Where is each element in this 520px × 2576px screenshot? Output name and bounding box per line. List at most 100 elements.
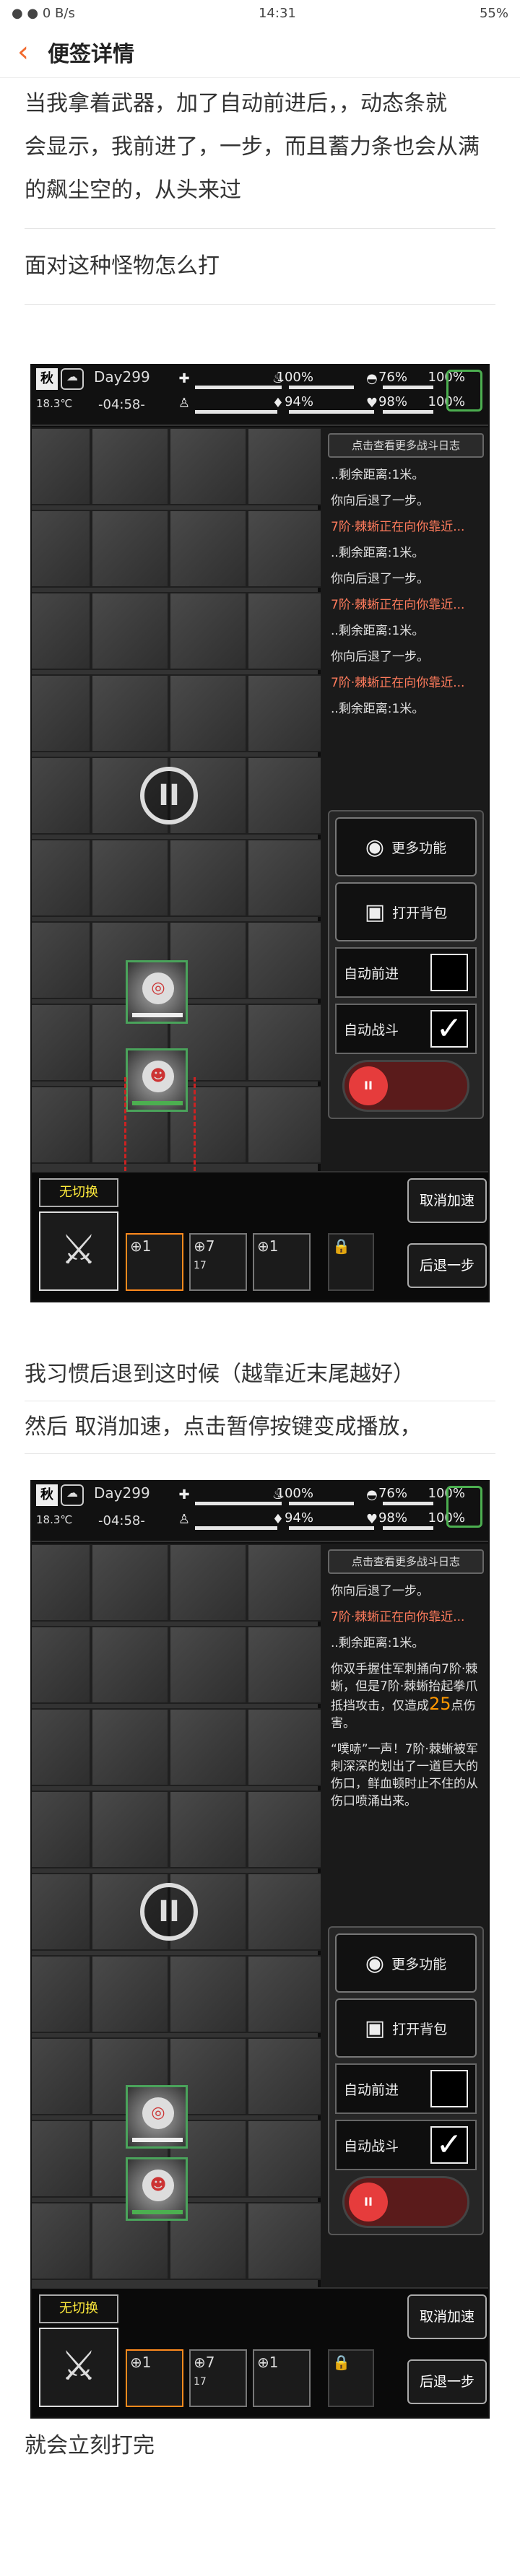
speed-toggle[interactable]: II xyxy=(342,1060,469,1112)
back-icon[interactable]: ‹ xyxy=(17,38,29,66)
figure-icon: ♙ xyxy=(178,396,191,411)
floor-tile xyxy=(169,510,247,588)
floor-tile xyxy=(91,674,169,752)
floor-tile xyxy=(169,427,247,505)
paragraph-4: 面对这种怪物怎么打 xyxy=(25,253,220,279)
floor-tile xyxy=(169,1790,247,1868)
more-functions-button[interactable]: ◉ 更多功能 xyxy=(335,817,477,876)
log-line: 你向后退了一步。 xyxy=(331,650,429,664)
divider xyxy=(25,1453,495,1454)
floor-tile xyxy=(169,1955,247,2033)
checkmark-icon[interactable]: ✓ xyxy=(430,1010,468,1048)
speed-toggle[interactable]: II xyxy=(342,2176,469,2228)
floor-tile xyxy=(247,921,325,999)
checkbox-icon[interactable] xyxy=(430,2070,468,2107)
status-time: 14:31 xyxy=(258,5,296,21)
floor-tile xyxy=(32,1086,91,1164)
floor-tile xyxy=(247,1790,325,1868)
floor-tile xyxy=(32,1708,91,1786)
pause-icon[interactable]: II xyxy=(140,767,198,824)
pill-icon: ◓ xyxy=(366,1487,378,1502)
game-screenshot-2: 秋 ☁ 18.3℃ Day299 -04:58- ✚ 100% ♨ 76% ◓ 100… xyxy=(30,1480,490,2419)
game-top-bar: 秋 ☁ 18.3℃ Day299 -04:58- ✚ 100% ♨ 76% ◓ 100… xyxy=(32,365,488,426)
log-line: 7阶·棘蜥正在向你靠近... xyxy=(331,676,465,690)
cancel-speed-button[interactable]: 取消加速 xyxy=(407,2294,487,2339)
monster-tile: ◎ xyxy=(126,960,188,1024)
step-back-button[interactable]: 后退一步 xyxy=(407,2359,487,2404)
floor-tile xyxy=(247,2037,325,2115)
clock: -04:58- xyxy=(98,1513,145,1528)
log-line: 7阶·棘蜥正在向你靠近... xyxy=(331,1610,465,1624)
log-line: ..剩余距离:1米。 xyxy=(331,468,425,482)
floor-tile xyxy=(247,1708,325,1786)
checkbox-icon[interactable] xyxy=(430,954,468,991)
log-line: “噗哧”一声！7阶·棘蜥被军刺深深的划出了一道巨大的伤口，鲜血顿时止不住的从伤口… xyxy=(331,1742,478,1809)
battle-log: ..剩余距离:1米。 你向后退了一步。 7阶·棘蜥正在向你靠近... ..剩余距… xyxy=(321,464,488,729)
pause-icon[interactable]: II xyxy=(140,1883,198,1941)
status-box[interactable] xyxy=(446,1486,482,1528)
health-icon: ✚ xyxy=(178,1487,190,1502)
auto-battle-toggle[interactable]: 自动战斗 ✓ xyxy=(335,1004,477,1054)
auto-forward-toggle[interactable]: 自动前进 xyxy=(335,2063,477,2114)
player-icon: ☻ xyxy=(142,2170,174,2201)
skill-slot[interactable]: ⊕1 xyxy=(126,2349,183,2407)
floor-tile xyxy=(32,1544,91,1622)
floor-tile xyxy=(32,2037,91,2115)
pause-icon[interactable]: II xyxy=(349,2183,388,2222)
floor-tile xyxy=(91,839,169,917)
floor-tile xyxy=(169,592,247,670)
skill-slot[interactable]: ⊕1 xyxy=(253,1233,311,1291)
water-icon: ♦ xyxy=(272,396,285,411)
open-bag-button[interactable]: ▣ 打开背包 xyxy=(335,1998,477,2058)
skill-slot[interactable]: ⊕1 xyxy=(126,1233,183,1291)
skill-slot[interactable]: ⊕1 xyxy=(253,2349,311,2407)
floor-tile xyxy=(32,592,91,670)
locked-slot[interactable]: 🔒 xyxy=(328,1233,374,1291)
day-counter: Day299 xyxy=(94,1484,150,1502)
status-bar: ● ● 0 B/s 14:31 55% xyxy=(0,0,520,26)
step-back-button[interactable]: 后退一步 xyxy=(407,1243,487,1288)
floor-tile xyxy=(169,839,247,917)
open-bag-button[interactable]: ▣ 打开背包 xyxy=(335,882,477,941)
floor-tile xyxy=(32,1004,91,1082)
log-line: 你向后退了一步。 xyxy=(331,1584,429,1598)
skill-slot[interactable]: ⊕7 17 xyxy=(189,1233,247,1291)
no-switch-button[interactable]: 无切换 xyxy=(39,2294,118,2323)
pause-icon[interactable]: II xyxy=(349,1066,388,1105)
divider xyxy=(25,304,495,305)
more-functions-button[interactable]: ◉ 更多功能 xyxy=(335,1933,477,1993)
status-box[interactable] xyxy=(446,370,482,412)
floor-tile xyxy=(247,757,325,835)
skill-slot[interactable]: ⊕7 17 xyxy=(189,2349,247,2407)
floor-tile xyxy=(169,1626,247,1704)
floor-tile xyxy=(91,427,169,505)
battle-log: 你向后退了一步。 7阶·棘蜥正在向你靠近... ..剩余距离:1米。 你双手握住… xyxy=(321,1580,488,1822)
water-icon: ♦ xyxy=(272,1512,285,1527)
weapon-slot[interactable]: ⚔ xyxy=(39,1211,118,1291)
floor-tile xyxy=(247,2120,325,2198)
floor-tile xyxy=(32,1873,91,1951)
auto-forward-toggle[interactable]: 自动前进 xyxy=(335,947,477,998)
heart-icon: ♥ xyxy=(365,1512,378,1527)
locked-slot[interactable]: 🔒 xyxy=(328,2349,374,2407)
no-switch-button[interactable]: 无切换 xyxy=(39,1178,118,1207)
damage-number: 25 xyxy=(429,1694,451,1714)
floor-tile xyxy=(247,674,325,752)
auto-battle-toggle[interactable]: 自动战斗 ✓ xyxy=(335,2120,477,2170)
battle-log-button[interactable]: 点击查看更多战斗日志 xyxy=(328,1549,484,1574)
backpack-icon: ▣ xyxy=(364,2015,386,2041)
temperature: 18.3℃ xyxy=(36,1513,73,1526)
side-panel: 点击查看更多战斗日志 你向后退了一步。 7阶·棘蜥正在向你靠近... ..剩余距… xyxy=(321,1544,488,2287)
log-line: 你双手握住军刺捅向7阶·棘蜥，但是7阶·棘蜥抬起拳爪抵挡攻击，仅造成25点伤害。 xyxy=(331,1662,478,1731)
floor-tile xyxy=(247,2202,325,2280)
cancel-speed-button[interactable]: 取消加速 xyxy=(407,1178,487,1223)
weapon-slot[interactable]: ⚔ xyxy=(39,2328,118,2407)
weather-icon: ☁ xyxy=(61,1484,84,1506)
bottom-bar: 无切换 ⚔ ⊕1 ⊕7 17 ⊕1 🔒 取消加速 后退一步 xyxy=(32,1171,488,1300)
bottom-bar: 无切换 ⚔ ⊕1 ⊕7 17 ⊕1 🔒 取消加速 后退一步 xyxy=(32,2287,488,2416)
checkmark-icon[interactable]: ✓ xyxy=(430,2126,468,2164)
floor-tile xyxy=(91,1626,169,1704)
battle-log-button[interactable]: 点击查看更多战斗日志 xyxy=(328,433,484,458)
season-badge: 秋 xyxy=(36,1484,58,1506)
floor-tile xyxy=(247,839,325,917)
